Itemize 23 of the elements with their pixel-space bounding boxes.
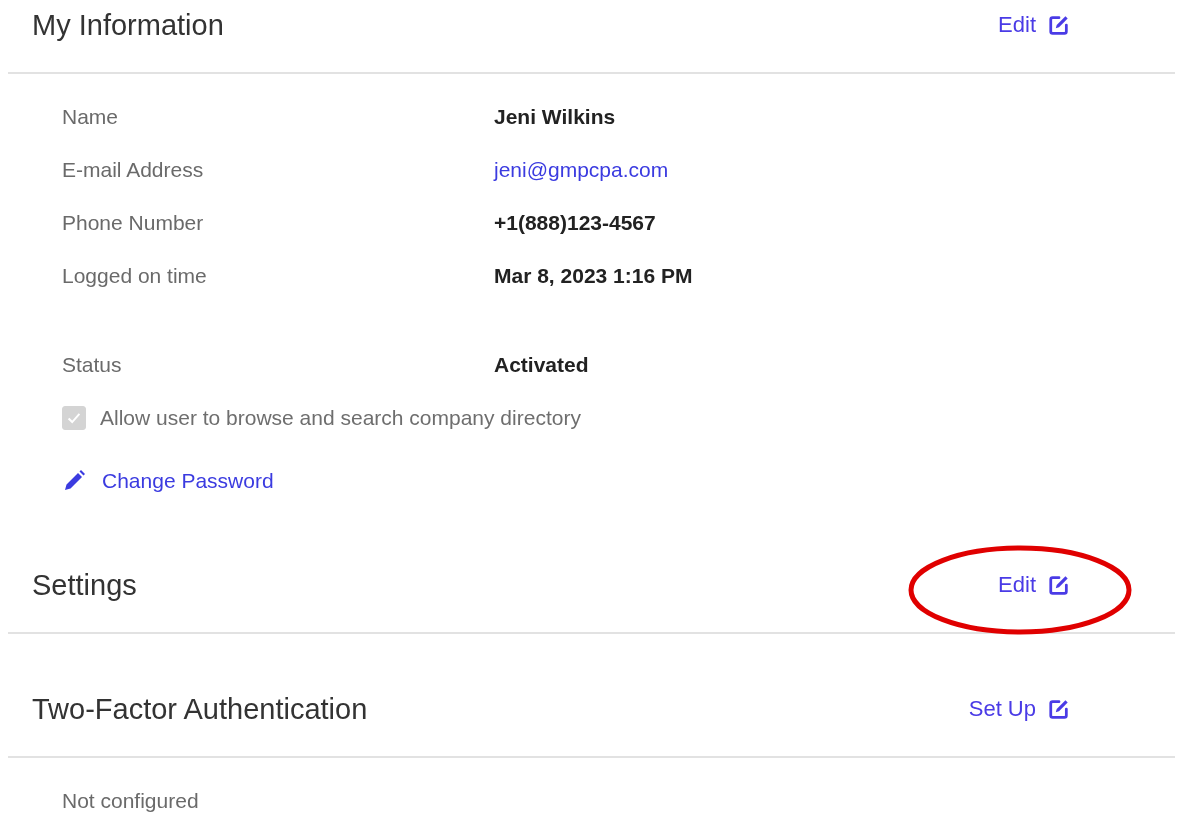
field-value: Mar 8, 2023 1:16 PM xyxy=(494,263,693,288)
field-value: Jeni Wilkins xyxy=(494,104,616,129)
status-note: Not configured xyxy=(62,788,200,813)
field-value: +1(888)123-4567 xyxy=(494,210,656,235)
edit-link[interactable]: Set Up xyxy=(968,696,1070,722)
section-title: Settings xyxy=(32,568,137,602)
status-value: Activated xyxy=(494,352,589,377)
field-label: E-mail Address xyxy=(62,157,205,182)
edit-link[interactable]: Edit xyxy=(998,12,1070,38)
status-label: Status xyxy=(62,352,123,377)
field-label: Logged on time xyxy=(62,263,208,288)
field-label: Name xyxy=(62,104,120,129)
section-title: Two-Factor Authentication xyxy=(32,692,368,726)
section-title: My Information xyxy=(32,8,224,42)
change-password-link[interactable]: Change Password xyxy=(102,468,274,493)
pencil-icon xyxy=(62,468,86,493)
edit-icon xyxy=(1048,14,1070,36)
edit-icon xyxy=(1048,698,1070,720)
checkbox-label: Allow user to browse and search company directory xyxy=(100,405,581,430)
edit-link[interactable]: Edit xyxy=(998,572,1070,598)
field-label: Phone Number xyxy=(62,210,205,235)
edit-icon xyxy=(1048,574,1070,596)
email-link[interactable]: jeni@gmpcpa.com xyxy=(494,157,669,182)
